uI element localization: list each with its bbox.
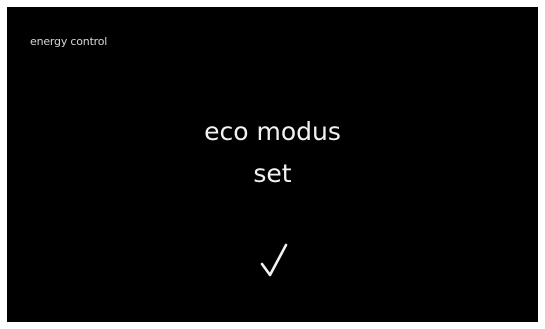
- screen-title: energy control: [30, 35, 108, 48]
- checkmark-icon: [260, 243, 288, 277]
- status-message-line-1: eco modus: [204, 117, 341, 146]
- status-message-line-2: set: [253, 159, 292, 188]
- display-screen: energy control eco modus set: [7, 7, 538, 322]
